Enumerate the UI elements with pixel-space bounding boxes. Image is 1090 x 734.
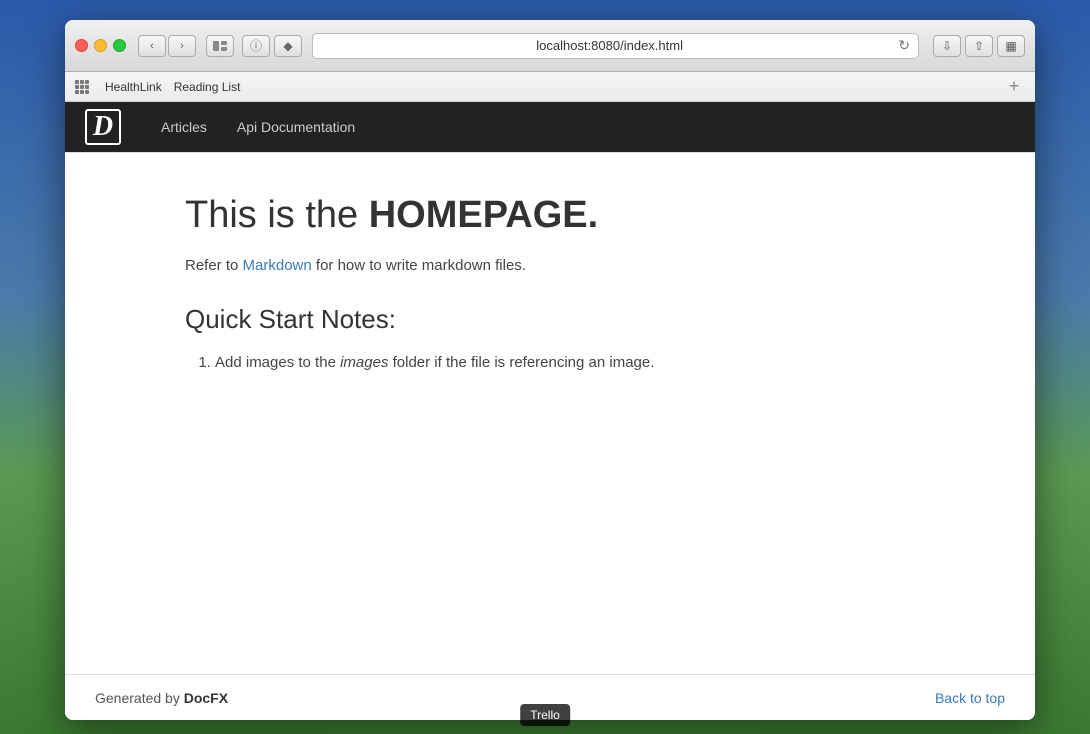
reading-list-bookmark[interactable]: Reading List bbox=[170, 78, 245, 96]
address-path: /index.html bbox=[620, 38, 683, 53]
page-footer: Generated by DocFX Back to top bbox=[65, 674, 1035, 720]
bookmarks-bar: HealthLink Reading List + bbox=[65, 72, 1035, 102]
quick-start-list: Add images to the images folder if the f… bbox=[215, 351, 955, 375]
browser-window: ‹ › ⓘ ◆ localhost:8080/index.html ↻ ⇩ ⇧ … bbox=[65, 20, 1035, 720]
tab-view-button[interactable] bbox=[206, 35, 234, 57]
right-buttons: ⇩ ⇧ ▦ bbox=[933, 35, 1025, 57]
list-item-suffix: folder if the file is referencing an ima… bbox=[388, 354, 654, 371]
apps-icon[interactable] bbox=[75, 80, 89, 94]
page-content: This is the HOMEPAGE. Refer to Markdown … bbox=[65, 152, 1035, 720]
nav-api-docs[interactable]: Api Documentation bbox=[237, 119, 355, 135]
download-button[interactable]: ⇩ bbox=[933, 35, 961, 57]
app-navbar: D Articles Api Documentation bbox=[65, 102, 1035, 152]
section-heading: Quick Start Notes: bbox=[185, 304, 955, 335]
address-base: localhost:8080 bbox=[536, 38, 620, 53]
traffic-lights bbox=[75, 39, 126, 52]
minimize-button[interactable] bbox=[94, 39, 107, 52]
list-item-italic: images bbox=[340, 354, 388, 371]
address-bar[interactable]: localhost:8080/index.html ↻ bbox=[312, 33, 919, 59]
healthlink-bookmark[interactable]: HealthLink bbox=[101, 78, 166, 96]
brand-logo: D bbox=[85, 109, 121, 145]
shield-button[interactable]: ◆ bbox=[274, 35, 302, 57]
page-title-prefix: This is the bbox=[185, 194, 369, 236]
share-button[interactable]: ⇧ bbox=[965, 35, 993, 57]
back-to-top-link[interactable]: Back to top bbox=[935, 690, 1005, 706]
page-title: This is the HOMEPAGE. bbox=[185, 193, 955, 239]
page-title-bold: HOMEPAGE. bbox=[369, 194, 598, 236]
maximize-button[interactable] bbox=[113, 39, 126, 52]
reload-button[interactable]: ↻ bbox=[898, 37, 910, 54]
list-item: Add images to the images folder if the f… bbox=[215, 351, 955, 375]
info-button[interactable]: ⓘ bbox=[242, 35, 270, 57]
address-text: localhost:8080/index.html bbox=[321, 38, 898, 53]
footer-brand: DocFX bbox=[184, 690, 228, 706]
title-bar: ‹ › ⓘ ◆ localhost:8080/index.html ↻ ⇩ ⇧ … bbox=[65, 20, 1035, 72]
sidebar-button[interactable]: ▦ bbox=[997, 35, 1025, 57]
subtitle-text: Refer to Markdown for how to write markd… bbox=[185, 257, 955, 274]
list-item-prefix: Add images to the bbox=[215, 354, 340, 371]
nav-articles[interactable]: Articles bbox=[161, 119, 207, 135]
forward-button[interactable]: › bbox=[168, 35, 196, 57]
footer-generated: Generated by DocFX bbox=[95, 690, 228, 706]
close-button[interactable] bbox=[75, 39, 88, 52]
add-tab-button[interactable]: + bbox=[1003, 76, 1025, 98]
content-area: This is the HOMEPAGE. Refer to Markdown … bbox=[65, 153, 1035, 674]
subtitle-suffix: for how to write markdown files. bbox=[312, 257, 526, 274]
subtitle-prefix: Refer to bbox=[185, 257, 243, 274]
nav-buttons: ‹ › bbox=[138, 35, 196, 57]
footer-generated-prefix: Generated by bbox=[95, 690, 184, 706]
markdown-link[interactable]: Markdown bbox=[243, 257, 312, 274]
back-button[interactable]: ‹ bbox=[138, 35, 166, 57]
